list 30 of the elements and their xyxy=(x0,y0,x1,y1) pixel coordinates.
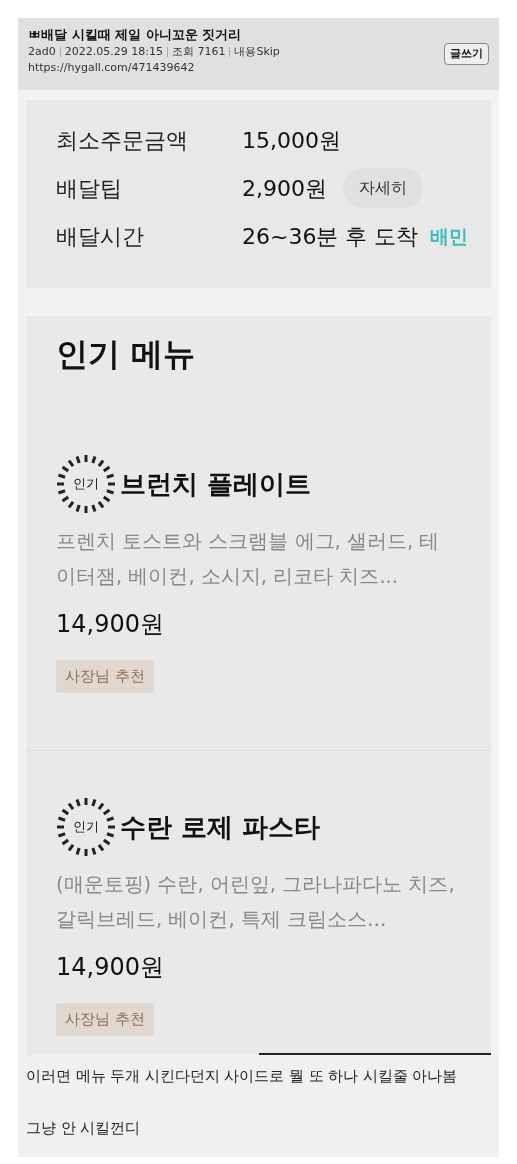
post-meta: 2ad0 xyxy=(28,44,56,60)
burst-icon xyxy=(56,454,116,514)
post-body-text: 이러면 메뉴 두개 시킨다던지 사이드로 뭘 또 하나 시킬줄 아나봄 xyxy=(26,1067,459,1086)
info-label: 배달시간 xyxy=(56,222,145,251)
menu-item-price: 14,900원 xyxy=(56,609,165,640)
menu-section-title: 인기 메뉴 xyxy=(55,334,197,375)
post-body-text: 그냥 안 시킬껀디 xyxy=(26,1119,142,1138)
popular-label: 인기 xyxy=(73,475,99,494)
menu-item-description: (매운토핑) 수란, 어린잎, 그라나파다노 치즈, 갈릭브레드, 베이컨, 특제 크림소스… xyxy=(56,872,456,933)
post-title: ㅃ배달 시킬때 제일 아니꼬운 짓거리 xyxy=(28,26,243,44)
post-url: https://hygall.com/471439642 xyxy=(28,60,196,76)
post-meta: 조회 7161 xyxy=(171,44,226,60)
info-label: 최소주문금액 xyxy=(56,126,189,155)
menu-item-name: 수란 로제 파스타 xyxy=(120,810,321,844)
write-button[interactable]: 글쓰기 xyxy=(444,43,489,65)
info-value: 2,900원 xyxy=(242,174,327,203)
info-value: 15,000원 xyxy=(242,126,341,155)
popular-label: 인기 xyxy=(73,818,99,837)
details-button[interactable]: 자세히 xyxy=(343,168,423,208)
burst-icon xyxy=(56,797,116,857)
post-meta: 내용Skip xyxy=(234,44,280,60)
recommend-tag: 사장님 추천 xyxy=(56,660,154,693)
brand-tag: 배민 xyxy=(430,221,469,251)
menu-item-name: 브런치 플레이트 xyxy=(120,467,312,501)
recommend-tag: 사장님 추천 xyxy=(56,1003,154,1036)
post-meta: 2022.05.29 18:15 xyxy=(64,44,163,60)
info-value: 26~36분 후 도착 xyxy=(242,222,419,251)
menu-item-description: 프렌치 토스트와 스크램블 에그, 샐러드, 테이터잼, 베이컨, 소시지, 리코타 치즈... xyxy=(56,529,441,590)
menu-item-price: 14,900원 xyxy=(56,952,165,983)
info-label: 배달팁 xyxy=(56,174,123,203)
